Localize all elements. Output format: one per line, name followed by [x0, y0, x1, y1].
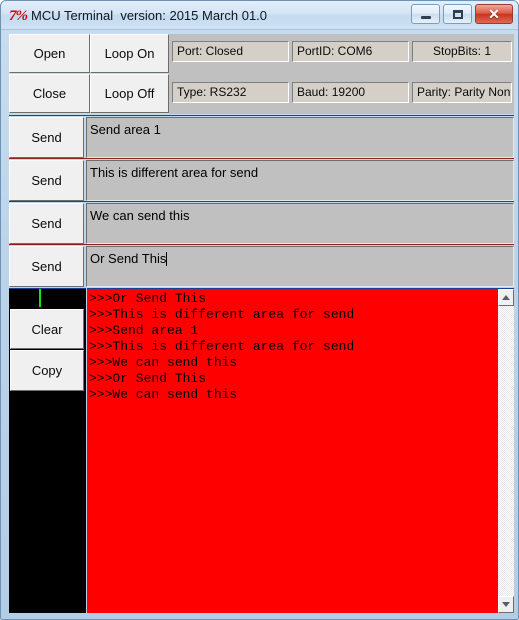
maximize-button[interactable] — [443, 4, 472, 24]
status-parity: Parity: Parity None — [412, 82, 512, 103]
status-type: Type: RS232 — [172, 82, 289, 103]
open-port-button[interactable]: Open — [9, 34, 90, 73]
terminal-line: >>>We can send this — [89, 387, 238, 402]
terminal-lines: >>>Or Send This >>>This is different area… — [89, 291, 354, 403]
minimize-button[interactable] — [411, 4, 440, 24]
terminal-line: >>>Send area 1 — [89, 323, 199, 338]
loop-on-button[interactable]: Loop On — [90, 34, 169, 73]
close-window-button[interactable]: ✕ — [475, 4, 513, 24]
close-port-button[interactable]: Close — [9, 74, 90, 113]
scroll-down-button[interactable] — [498, 596, 514, 613]
send-button-3[interactable]: Send — [9, 203, 84, 244]
status-port-id: PortID: COM6 — [292, 41, 409, 62]
terminal-scrollbar[interactable] — [498, 288, 514, 613]
clear-button[interactable]: Clear — [10, 309, 84, 349]
send-text-area-3[interactable]: We can send this — [86, 203, 514, 244]
green-marker-icon — [39, 289, 41, 307]
chevron-up-icon — [502, 295, 510, 300]
status-baud: Baud: 19200 — [292, 82, 409, 103]
terminal-line: >>>Or Send This — [89, 371, 207, 386]
terminal-output[interactable]: >>>Or Send This >>>This is different area… — [87, 288, 498, 613]
send-button-4[interactable]: Send — [9, 246, 84, 287]
status-stop-bits: StopBits: 1 — [412, 41, 512, 62]
terminal-line: >>>We can send this — [89, 355, 238, 370]
app-icon: 7% — [9, 8, 28, 24]
send-row: Send This is different area for send — [9, 158, 514, 201]
terminal-line: >>>This is different area for send — [89, 339, 355, 354]
send-text-area-2[interactable]: This is different area for send — [86, 160, 514, 201]
terminal-line: >>>Or Send This — [89, 291, 207, 306]
minimize-icon — [420, 15, 431, 19]
close-icon: ✕ — [488, 6, 500, 22]
send-text-area-4-value: Or Send This — [90, 251, 167, 266]
send-row: Send We can send this — [9, 201, 514, 244]
send-button-2[interactable]: Send — [9, 160, 84, 201]
scroll-up-button[interactable] — [498, 289, 514, 306]
send-text-area-1[interactable]: Send area 1 — [86, 117, 514, 158]
terminal-line: >>>This is different area for send — [89, 307, 355, 322]
send-button-1[interactable]: Send — [9, 117, 84, 158]
copy-button[interactable]: Copy — [10, 350, 84, 391]
chevron-down-icon — [502, 602, 510, 607]
text-caret — [166, 252, 168, 266]
send-text-area-4[interactable]: Or Send This — [86, 246, 514, 287]
window-title: MCU Terminal version: 2015 March 01.0 — [31, 8, 268, 23]
send-row: Send Send area 1 — [9, 115, 514, 158]
mcu-terminal-window: 7% MCU Terminal version: 2015 March 01.0… — [0, 0, 519, 620]
maximize-icon — [452, 9, 463, 19]
loop-off-button[interactable]: Loop Off — [90, 74, 169, 113]
scrollbar-track[interactable] — [498, 306, 514, 596]
send-row: Send Or Send This — [9, 244, 514, 287]
title-bar: 7% MCU Terminal version: 2015 March 01.0… — [1, 1, 518, 30]
status-port: Port: Closed — [172, 41, 289, 62]
